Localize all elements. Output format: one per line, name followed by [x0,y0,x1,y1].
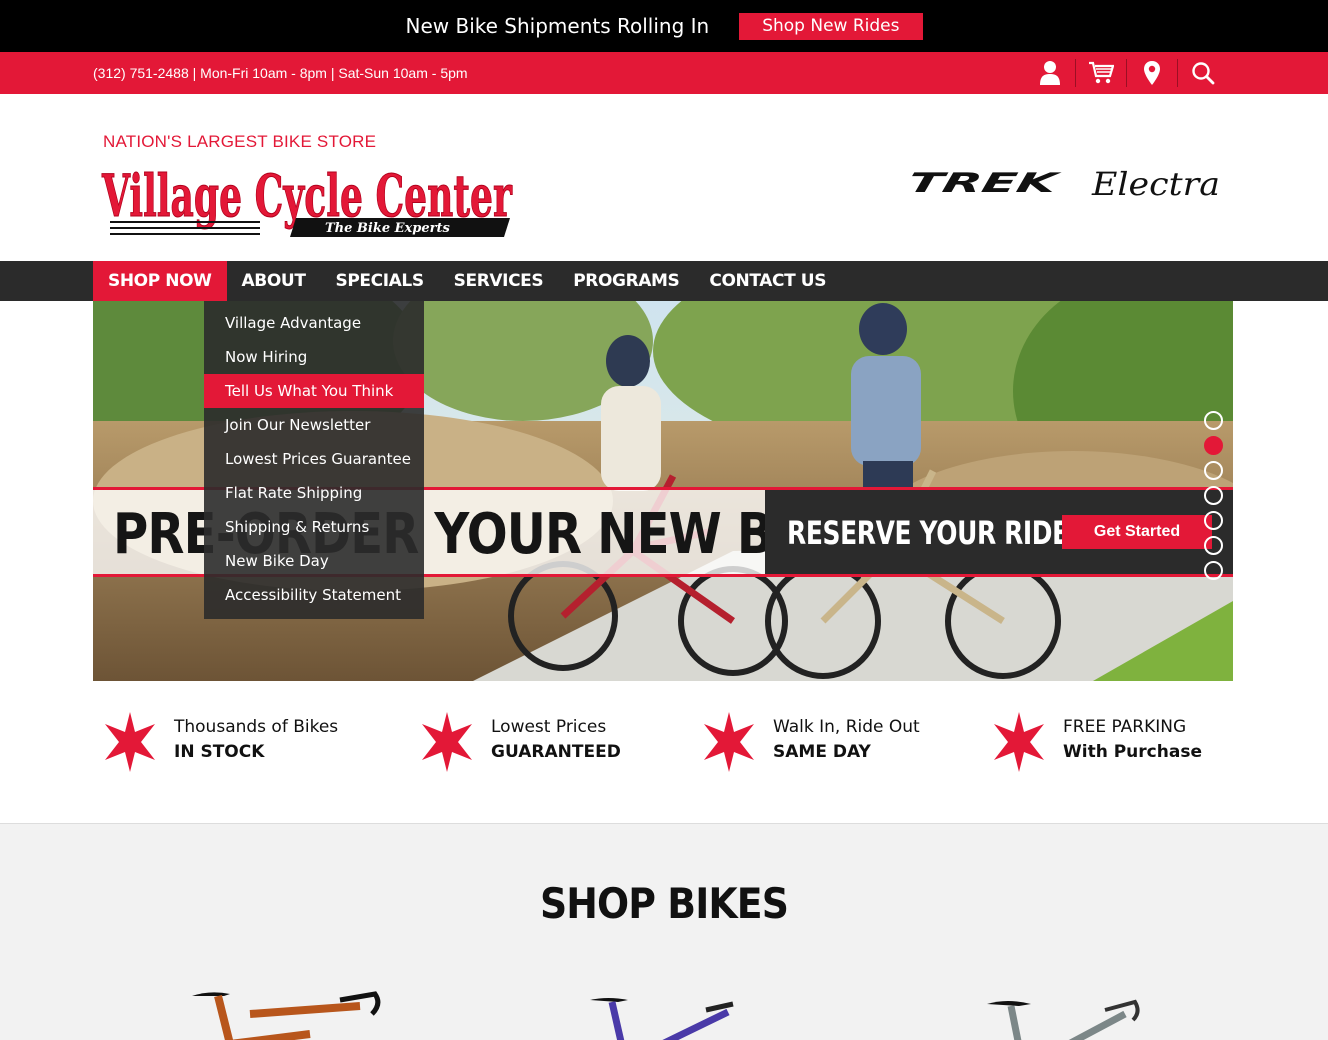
electra-logo: Electra [1091,165,1220,203]
brand-logos: TREK Electra [905,165,1225,205]
nav-about[interactable]: ABOUT [226,261,321,301]
slide-dot-active[interactable] [1204,436,1223,455]
slide-dot[interactable] [1204,461,1223,480]
trek-logo: TREK [905,168,1063,199]
info-bar: (312) 751-2488 | Mon-Fri 10am - 8pm | Sa… [0,52,1328,94]
bike-thumbnail-road[interactable] [190,984,390,1040]
menu-item-flat-rate-shipping[interactable]: Flat Rate Shipping [204,476,424,510]
about-dropdown-menu: Village Advantage Now Hiring Tell Us Wha… [204,301,424,619]
menu-item-village-advantage[interactable]: Village Advantage [204,306,424,340]
feature-line2: IN STOCK [174,742,265,762]
village-cycle-center-logo[interactable]: Village Cycle Center The Bike Experts [100,152,520,242]
chicago-star-icon [422,712,472,772]
cart-icon[interactable] [1076,58,1126,88]
store-hours: (312) 751-2488 | Mon-Fri 10am - 8pm | Sa… [93,65,468,81]
slide-dot[interactable] [1204,561,1223,580]
nav-specials[interactable]: SPECIALS [321,261,439,301]
shop-new-rides-button[interactable]: Shop New Rides [739,12,923,40]
slide-pagination [1204,411,1223,580]
svg-text:TREK: TREK [910,168,1063,199]
tagline: NATION'S LARGEST BIKE STORE [103,132,377,151]
feature-free-parking: FREE PARKING With Purchase [992,712,1202,772]
feature-line2: GUARANTEED [491,742,621,762]
chicago-star-icon [105,712,155,772]
chicago-star-icon [704,712,754,772]
feature-line2: SAME DAY [773,742,871,762]
bike-thumbnail-hybrid[interactable] [588,996,748,1040]
nav-shop-now[interactable]: SHOP NOW [93,261,227,301]
feature-line2: With Purchase [1063,742,1202,762]
promo-text: New Bike Shipments Rolling In [405,14,710,38]
feature-lowest-prices: Lowest Prices GUARANTEED [420,712,621,772]
menu-item-shipping-returns[interactable]: Shipping & Returns [204,510,424,544]
feature-line1: FREE PARKING [1063,717,1187,737]
hero-subhead: RESERVE YOUR RIDE [787,514,1069,552]
shop-bikes-section: SHOP BIKES [0,823,1328,1040]
feature-line1: Walk In, Ride Out [773,717,920,737]
slide-dot[interactable] [1204,511,1223,530]
menu-item-join-newsletter[interactable]: Join Our Newsletter [204,408,424,442]
search-icon[interactable] [1178,58,1228,88]
feature-line1: Lowest Prices [491,717,607,737]
menu-item-new-bike-day[interactable]: New Bike Day [204,544,424,578]
nav-contact-us[interactable]: CONTACT US [694,261,841,301]
location-pin-icon[interactable] [1127,58,1177,88]
feature-same-day: Walk In, Ride Out SAME DAY [702,712,920,772]
menu-item-now-hiring[interactable]: Now Hiring [204,340,424,374]
menu-item-lowest-prices-guarantee[interactable]: Lowest Prices Guarantee [204,442,424,476]
feature-line1: Thousands of Bikes [174,717,339,737]
slide-dot[interactable] [1204,486,1223,505]
get-started-button[interactable]: Get Started [1062,515,1212,549]
slide-dot[interactable] [1204,411,1223,430]
main-nav: SHOP NOW ABOUT SPECIALS SERVICES PROGRAM… [0,261,1328,301]
bike-thumbnail-city[interactable] [985,996,1145,1040]
svg-text:The Bike Experts: The Bike Experts [325,221,451,236]
utility-icons [1025,58,1228,88]
menu-item-tell-us-what-you-think[interactable]: Tell Us What You Think [204,374,424,408]
nav-programs[interactable]: PROGRAMS [558,261,694,301]
feature-in-stock: Thousands of Bikes IN STOCK [103,712,338,772]
menu-item-accessibility-statement[interactable]: Accessibility Statement [204,578,424,612]
slide-dot[interactable] [1204,536,1223,555]
nav-services[interactable]: SERVICES [439,261,559,301]
svg-text:Electra: Electra [1091,165,1220,203]
account-icon[interactable] [1025,58,1075,88]
shop-bikes-title: SHOP BIKES [539,879,789,928]
chicago-star-icon [994,712,1044,772]
promo-bar: New Bike Shipments Rolling In Shop New R… [0,0,1328,52]
